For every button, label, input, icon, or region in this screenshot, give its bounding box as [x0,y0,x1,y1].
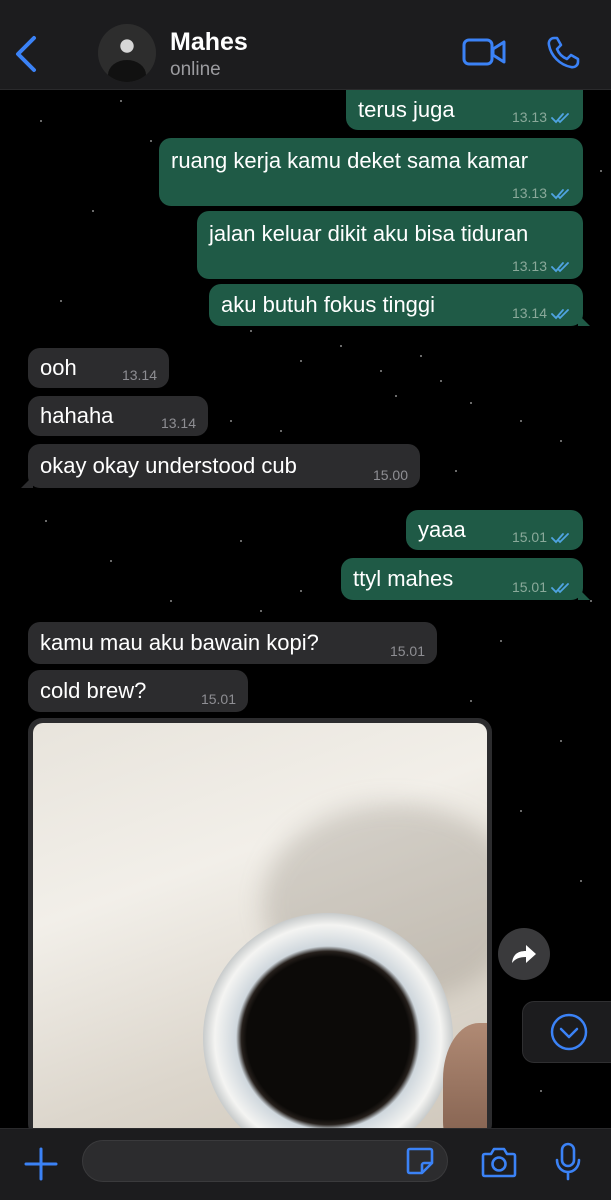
sticker-icon[interactable] [405,1146,435,1176]
message-text: jalan keluar dikit aku bisa tiduran [209,221,529,246]
chevron-down-circle-icon [550,1013,587,1051]
message-bubble-outgoing[interactable]: jalan keluar dikit aku bisa tiduran 13.1… [197,211,583,279]
message-bubble-outgoing[interactable]: ttyl mahes 15.01 [341,558,590,600]
message-time: 15.00 [372,467,408,483]
message-bubble-incoming[interactable]: kamu mau aku bawain kopi? 15.01 [28,622,437,664]
message-text: hahaha [40,403,114,428]
bubble-tail [21,476,33,488]
read-ticks-icon [551,262,569,273]
plus-icon[interactable] [22,1145,60,1183]
message-meta: 13.13 [512,259,571,273]
message-text: ruang kerja kamu deket sama kamar [171,148,529,173]
message-text: ooh [40,355,77,380]
message-time: 13.14 [160,415,196,431]
message-meta: 15.01 [512,530,571,544]
message-bubble-outgoing[interactable]: terus juga 13.13 [346,90,583,130]
message-text: terus juga [358,97,455,122]
phone-icon[interactable] [545,35,581,71]
message-bubble-incoming[interactable]: cold brew? 15.01 [28,670,248,712]
message-time: 15.01 [511,528,547,545]
read-ticks-icon [551,189,569,200]
photo-message-bubble[interactable] [28,718,492,1138]
chevron-left-icon[interactable] [10,32,42,76]
microphone-icon[interactable] [554,1142,582,1182]
read-ticks-icon [551,113,569,124]
scroll-to-bottom-button[interactable] [522,1001,611,1063]
message-text: cold brew? [40,678,147,703]
message-input[interactable] [82,1140,448,1182]
message-meta: 13.13 [512,110,571,124]
read-ticks-icon [551,533,569,544]
message-time: 13.14 [121,367,157,383]
message-meta: 13.13 [512,186,571,200]
message-time: 13.14 [511,304,547,321]
message-time: 15.01 [511,578,547,595]
message-text: yaaa [418,517,466,542]
message-bubble-incoming[interactable]: ooh 13.14 [28,348,169,388]
message-meta: 13.14 [512,306,571,320]
bubble-tail [578,588,590,600]
chat-header: Mahes online [0,0,611,90]
message-bubble-outgoing[interactable]: aku butuh fokus tinggi 13.14 [209,284,590,326]
contact-status: online [170,59,221,80]
coffee-cup-photo[interactable] [33,723,487,1138]
bubble-tail [578,314,590,326]
message-text: kamu mau aku bawain kopi? [40,630,319,655]
message-bubble-outgoing[interactable]: yaaa 15.01 [406,510,583,550]
message-text: ttyl mahes [353,566,454,591]
forward-button[interactable] [498,928,550,980]
message-input-bar [0,1128,611,1200]
contact-name[interactable]: Mahes [170,28,248,57]
message-time: 15.01 [200,691,236,707]
message-bubble-incoming[interactable]: okay okay understood cub 15.00 [21,444,420,488]
message-time: 13.13 [511,108,547,125]
message-time: 13.13 [511,184,547,201]
message-text: aku butuh fokus tinggi [221,292,436,317]
message-bubble-incoming[interactable]: hahaha 13.14 [28,396,208,436]
read-ticks-icon [551,309,569,320]
read-ticks-icon [551,583,569,594]
message-meta: 15.01 [512,580,571,594]
message-time: 13.13 [511,257,547,274]
message-text: okay okay understood cub [40,453,297,478]
forward-arrow-icon [512,945,536,963]
message-bubble-outgoing[interactable]: ruang kerja kamu deket sama kamar 13.13 [159,138,583,206]
avatar[interactable] [98,24,156,82]
video-call-icon[interactable] [462,36,506,68]
camera-icon[interactable] [480,1145,518,1179]
message-time: 15.01 [389,643,425,659]
